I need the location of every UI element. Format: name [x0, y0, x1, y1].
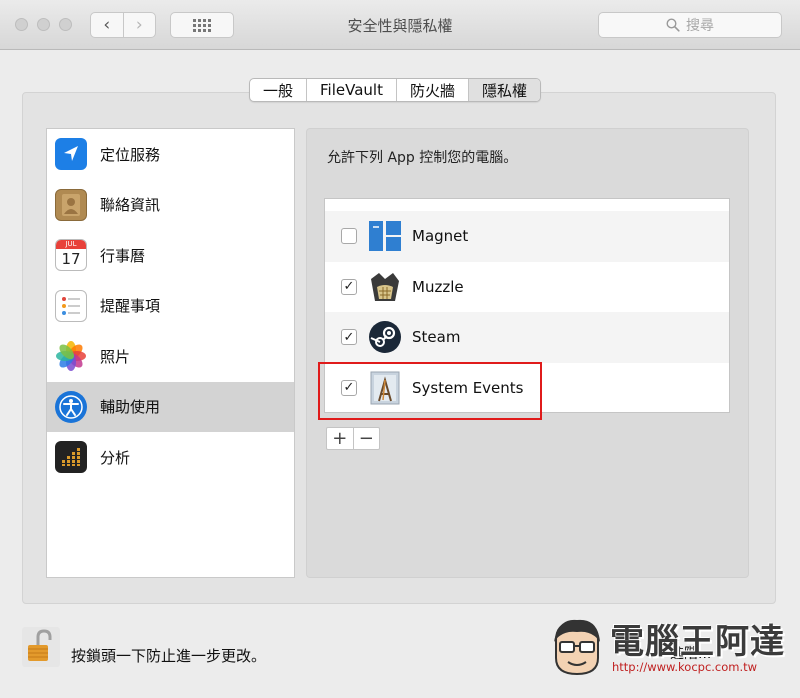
- calendar-day: 17: [61, 250, 81, 269]
- app-name: Magnet: [412, 227, 469, 246]
- sidebar-item-label: 照片: [100, 347, 131, 366]
- app-checkbox-steam[interactable]: ✓: [341, 329, 357, 346]
- photos-icon: [55, 340, 87, 372]
- sidebar-item-accessibility[interactable]: 輔助使用: [47, 381, 294, 432]
- search-icon: [666, 18, 680, 32]
- app-name: Steam: [412, 328, 461, 347]
- window-titlebar: ‹ › 安全性與隱私權 搜尋: [0, 0, 800, 50]
- add-app-button[interactable]: +: [327, 428, 354, 449]
- sidebar-item-label: 分析: [100, 448, 131, 467]
- location-arrow-icon: [55, 138, 87, 171]
- lock-status-text: 按鎖頭一下防止進一步更改。: [71, 647, 267, 665]
- checkmark-icon: ✓: [343, 279, 355, 295]
- list-item-steam[interactable]: ✓ Steam: [325, 312, 729, 363]
- accessibility-icon: [55, 390, 87, 423]
- unlocked-padlock-icon: [22, 627, 60, 667]
- mascot-face-icon: [554, 619, 600, 676]
- calendar-icon: JUL 17: [55, 239, 87, 272]
- search-field[interactable]: 搜尋: [598, 12, 782, 38]
- list-item-muzzle[interactable]: ✓ Muzzle: [325, 262, 729, 313]
- search-placeholder: 搜尋: [686, 18, 714, 34]
- highlight-box: [318, 362, 542, 420]
- sidebar-item-label: 提醒事項: [100, 297, 161, 316]
- segmented-tabs: 一般 FileVault 防火牆 隱私權: [249, 78, 541, 102]
- tab-privacy[interactable]: 隱私權: [468, 79, 540, 101]
- privacy-category-list: 定位服務 聯絡資訊 JUL 17 行事曆 提醒事項 照片 輔助使用 分析: [46, 128, 295, 578]
- watermark-title: 電腦王阿達: [610, 622, 785, 662]
- watermark-url: http://www.kocpc.com.tw: [612, 660, 758, 674]
- sidebar-item-label: 行事曆: [100, 246, 146, 265]
- analytics-icon: [55, 441, 87, 474]
- list-item-magnet[interactable]: Magnet: [325, 211, 729, 262]
- sidebar-item-label: 聯絡資訊: [100, 196, 161, 215]
- calendar-month: JUL: [56, 240, 86, 250]
- sidebar-item-contacts[interactable]: 聯絡資訊: [47, 180, 294, 231]
- muzzle-app-icon: [367, 269, 403, 305]
- sidebar-item-analytics[interactable]: 分析: [47, 432, 294, 483]
- sidebar-item-label: 定位服務: [100, 145, 161, 164]
- watermark: 電腦王阿達 http://www.kocpc.com.tw: [540, 612, 790, 684]
- accessibility-prompt: 允許下列 App 控制您的電腦。: [327, 150, 518, 166]
- app-checkbox-muzzle[interactable]: ✓: [341, 278, 357, 295]
- sidebar-item-location-services[interactable]: 定位服務: [47, 129, 294, 180]
- remove-app-button[interactable]: −: [354, 428, 380, 449]
- tab-filevault[interactable]: FileVault: [307, 79, 397, 101]
- app-checkbox-magnet[interactable]: [341, 228, 357, 245]
- tab-general[interactable]: 一般: [250, 79, 308, 101]
- sidebar-item-reminders[interactable]: 提醒事項: [47, 281, 294, 332]
- reminders-icon: [55, 289, 87, 322]
- tab-firewall[interactable]: 防火牆: [397, 79, 469, 101]
- checkmark-icon: ✓: [343, 329, 355, 345]
- steam-app-icon: [367, 319, 403, 355]
- sidebar-item-label: 輔助使用: [100, 398, 161, 417]
- app-name: Muzzle: [412, 277, 464, 296]
- sidebar-item-calendar[interactable]: JUL 17 行事曆: [47, 230, 294, 281]
- sidebar-item-photos[interactable]: 照片: [47, 331, 294, 382]
- contacts-book-icon: [55, 188, 87, 221]
- add-remove-buttons: + −: [326, 427, 380, 450]
- magnet-app-icon: [367, 218, 403, 254]
- lock-button[interactable]: [22, 627, 60, 667]
